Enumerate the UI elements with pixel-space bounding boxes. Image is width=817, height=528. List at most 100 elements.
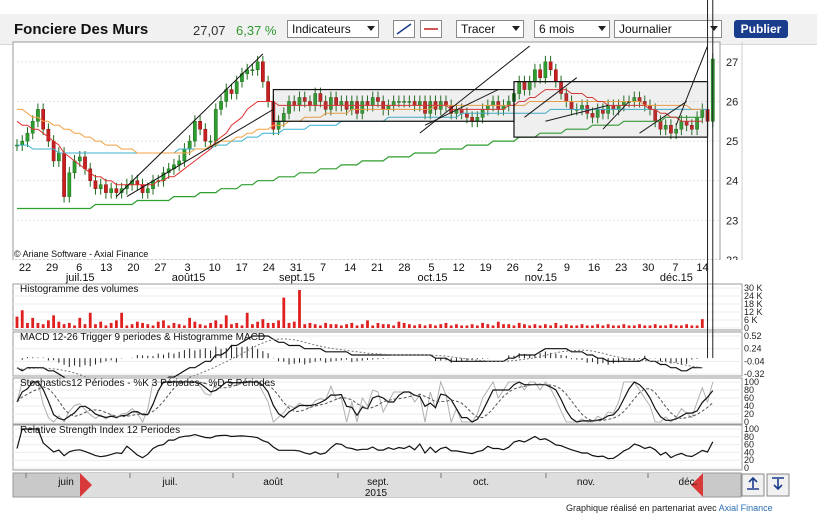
volume-bar bbox=[679, 325, 683, 328]
volume-bar bbox=[135, 321, 139, 328]
candle-up bbox=[57, 152, 61, 162]
volume-bar bbox=[31, 317, 35, 328]
navigator-month-label: juin bbox=[57, 477, 74, 488]
volume-bar bbox=[88, 312, 92, 328]
volume-bar bbox=[434, 325, 437, 328]
volume-bar bbox=[355, 325, 359, 328]
month-label: juil.15 bbox=[65, 272, 95, 284]
volume-panel-title: Histogramme des volumes bbox=[20, 284, 139, 295]
price-panel: 2223242526272229613202731017243171421285… bbox=[12, 41, 749, 284]
volume-bar bbox=[517, 322, 521, 328]
candle-down bbox=[104, 184, 108, 193]
x-tick-label: 12 bbox=[452, 262, 464, 274]
volume-bar bbox=[627, 325, 631, 328]
volume-bar bbox=[277, 320, 280, 328]
volume-bar bbox=[502, 324, 505, 328]
candle-up bbox=[250, 69, 255, 71]
x-tick-label: 20 bbox=[127, 262, 139, 274]
candle-up bbox=[20, 140, 25, 146]
candle-up bbox=[109, 188, 114, 193]
volume-bar bbox=[486, 324, 490, 328]
stochastics-panel-title: Stochastics12 Périodes - %K 3 Périodes -… bbox=[20, 378, 276, 389]
month-label: août15 bbox=[172, 272, 206, 284]
month-label: oct.15 bbox=[418, 272, 448, 284]
volume-bar bbox=[324, 322, 328, 328]
volume-bar bbox=[308, 322, 312, 328]
candle-up bbox=[543, 61, 548, 78]
volume-bar bbox=[46, 320, 50, 328]
volume-bar bbox=[282, 297, 286, 328]
volume-bar bbox=[575, 325, 579, 328]
x-tick-label: 13 bbox=[100, 262, 112, 274]
volume-bar bbox=[188, 317, 192, 328]
candle-up bbox=[77, 156, 82, 162]
volume-bar bbox=[172, 322, 176, 328]
volume-bar bbox=[62, 324, 66, 328]
candle-down bbox=[93, 180, 98, 189]
volume-bar bbox=[381, 324, 385, 328]
volume-bar bbox=[617, 325, 621, 328]
volume-bar bbox=[533, 324, 537, 328]
volume-bar bbox=[114, 320, 118, 328]
partner-link[interactable]: Axial Finance bbox=[719, 503, 773, 513]
volume-bar bbox=[371, 325, 375, 328]
volume-bar bbox=[444, 322, 448, 328]
navigator-panel[interactable]: juin juil. août sept. oct. nov. déc. 2015 bbox=[12, 472, 790, 499]
volume-bar bbox=[695, 325, 699, 328]
volume-bar bbox=[235, 322, 239, 328]
volume-bar bbox=[428, 324, 432, 328]
candle-up bbox=[30, 121, 35, 134]
candle-down bbox=[140, 184, 145, 193]
candle-down bbox=[203, 128, 208, 142]
volume-bar bbox=[261, 319, 265, 328]
volume-bar bbox=[104, 325, 108, 328]
volume-bar bbox=[99, 321, 103, 328]
volume-bar bbox=[392, 325, 396, 328]
y-tick-label: -0.04 bbox=[744, 356, 765, 366]
volume-bar bbox=[130, 324, 134, 328]
y-tick-label: 27 bbox=[726, 57, 738, 69]
candle-down bbox=[88, 168, 93, 181]
y-tick-label: 0.52 bbox=[744, 331, 762, 341]
volume-bar bbox=[664, 325, 668, 328]
volume-bar bbox=[611, 325, 615, 328]
volume-bar bbox=[167, 325, 171, 328]
volume-bar bbox=[455, 324, 458, 328]
candle-down bbox=[135, 180, 140, 185]
volume-bar bbox=[67, 322, 71, 328]
volume-bar bbox=[491, 325, 495, 328]
volume-bar bbox=[465, 325, 469, 328]
candle-up bbox=[187, 140, 192, 150]
candle-up bbox=[213, 109, 218, 142]
volume-bar bbox=[564, 324, 568, 328]
navigator-month-label: oct. bbox=[473, 477, 489, 488]
volume-bar bbox=[313, 324, 317, 328]
candle-up bbox=[234, 81, 239, 94]
volume-bar bbox=[292, 321, 296, 328]
x-tick-label: 17 bbox=[236, 262, 248, 274]
volume-bar bbox=[538, 325, 542, 328]
x-tick-label: 23 bbox=[615, 262, 627, 274]
y-tick-label: 0.24 bbox=[744, 344, 762, 354]
volume-bar bbox=[439, 324, 443, 328]
y-tick-label: 30 K bbox=[744, 283, 763, 293]
volume-bar bbox=[507, 324, 511, 328]
volume-bar bbox=[549, 325, 552, 328]
y-tick-label: 100 bbox=[744, 424, 759, 434]
chart-area: 2223242526272229613202731017243171421285… bbox=[12, 0, 790, 499]
month-label: sept.15 bbox=[279, 272, 315, 284]
candle-down bbox=[538, 69, 542, 78]
volume-bar bbox=[387, 324, 390, 328]
copyright-note: © Ariane Software - Axial Finance bbox=[14, 249, 149, 259]
volume-bar bbox=[366, 320, 369, 328]
volume-bar bbox=[73, 325, 76, 328]
volume-bar bbox=[407, 324, 411, 328]
candle-up bbox=[219, 101, 223, 110]
volume-bar bbox=[251, 324, 254, 328]
volume-bar bbox=[360, 324, 364, 328]
chart-page: Fonciere Des Murs 27,07 6,37 % Indicateu… bbox=[0, 0, 817, 528]
x-tick-label: 21 bbox=[371, 262, 383, 274]
x-tick-label: 19 bbox=[480, 262, 492, 274]
volume-bar bbox=[402, 322, 406, 328]
volume-bar bbox=[209, 322, 212, 328]
